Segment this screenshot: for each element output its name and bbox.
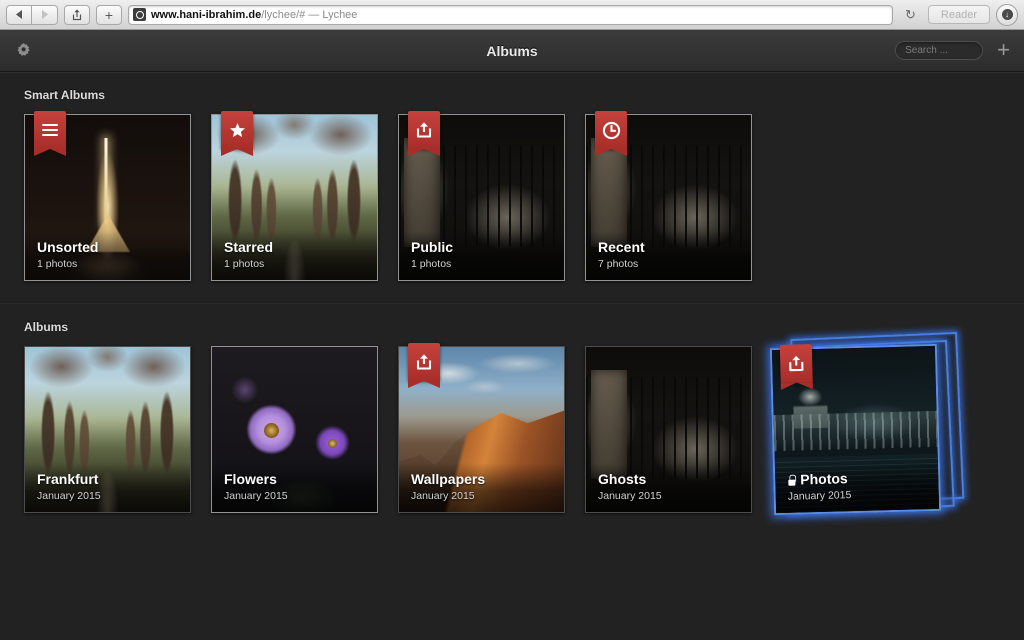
back-button[interactable] [6, 4, 32, 25]
reader-button[interactable]: Reader [927, 5, 990, 24]
url-path: /lychee/# — Lychee [261, 8, 358, 21]
section-title-smart-albums: Smart Albums [24, 88, 105, 102]
badge-share-icon [779, 344, 813, 383]
gear-icon [17, 42, 30, 56]
thumbnail-image [586, 347, 751, 512]
reload-button[interactable]: ↻ [899, 7, 922, 23]
address-bar-text: www.hani-ibrahim.de/lychee/# — Lychee [151, 9, 357, 21]
album-thumbnail-flowers: Flowers January 2015 [211, 346, 378, 513]
badge-star-icon [221, 111, 253, 156]
share-icon [72, 8, 82, 20]
downloads-button[interactable]: ↓ [996, 3, 1018, 26]
reader-label: Reader [940, 8, 977, 21]
new-tab-label: + [104, 6, 114, 23]
download-arrow-icon: ↓ [1001, 9, 1013, 20]
album-tile-public[interactable]: Public 1 photos [398, 111, 565, 281]
clock-icon [602, 121, 620, 139]
browser-toolbar: + www.hani-ibrahim.de/lychee/# — Lychee … [0, 0, 1024, 30]
share-button[interactable] [64, 4, 90, 25]
header-actions: Search ... + [895, 38, 1010, 61]
album-thumbnail-ghosts: Ghosts January 2015 [585, 346, 752, 513]
badge-share-icon [408, 343, 440, 388]
badge-bars-icon [34, 111, 66, 156]
album-tile-frankfurt[interactable]: Frankfurt January 2015 [24, 346, 191, 513]
new-tab-button[interactable]: + [96, 4, 122, 25]
navigation-buttons [6, 4, 58, 25]
thumbnail-water-detail [774, 453, 940, 514]
thumbnail-image [212, 347, 377, 512]
album-thumbnail-frankfurt: Frankfurt January 2015 [24, 346, 191, 513]
star-icon [229, 122, 245, 137]
album-tile-wallpapers[interactable]: Wallpapers January 2015 [398, 343, 565, 513]
forward-button[interactable] [32, 4, 58, 25]
site-favicon [133, 8, 146, 21]
section-title-albums: Albums [24, 320, 69, 334]
back-arrow-icon [15, 10, 22, 19]
badge-share-icon [408, 111, 440, 156]
page-title: Albums [486, 42, 538, 59]
search-input[interactable]: Search ... [895, 41, 984, 60]
share-icon [416, 122, 432, 138]
app-header: Albums Search ... + [0, 30, 1024, 72]
album-tile-photos[interactable]: Photos January 2015 [769, 331, 965, 516]
album-tile-unsorted[interactable]: Unsorted 1 photos [24, 111, 191, 281]
address-bar[interactable]: www.hani-ibrahim.de/lychee/# — Lychee [128, 4, 894, 25]
album-tile-ghosts[interactable]: Ghosts January 2015 [585, 346, 752, 513]
smart-albums-row: Unsorted 1 photos Starred 1 photos Publi… [0, 102, 1024, 281]
reload-icon: ↻ [905, 6, 916, 22]
forward-arrow-icon [42, 10, 48, 19]
url-host: www.hani-ibrahim.de [151, 8, 262, 21]
thumbnail-image [25, 347, 190, 512]
album-tile-flowers[interactable]: Flowers January 2015 [211, 346, 378, 513]
album-tile-starred[interactable]: Starred 1 photos [211, 111, 378, 281]
add-album-button[interactable]: + [997, 38, 1010, 61]
albums-row: Frankfurt January 2015 Flowers January 2… [0, 331, 1024, 516]
settings-button[interactable] [14, 41, 34, 61]
share-icon [789, 355, 804, 372]
badge-clock-icon [595, 111, 627, 156]
album-tile-recent[interactable]: Recent 7 photos [585, 111, 752, 281]
share-icon [416, 354, 432, 370]
albums-content: Smart Albums Unsorted 1 photos Starred 1 [0, 72, 1024, 640]
